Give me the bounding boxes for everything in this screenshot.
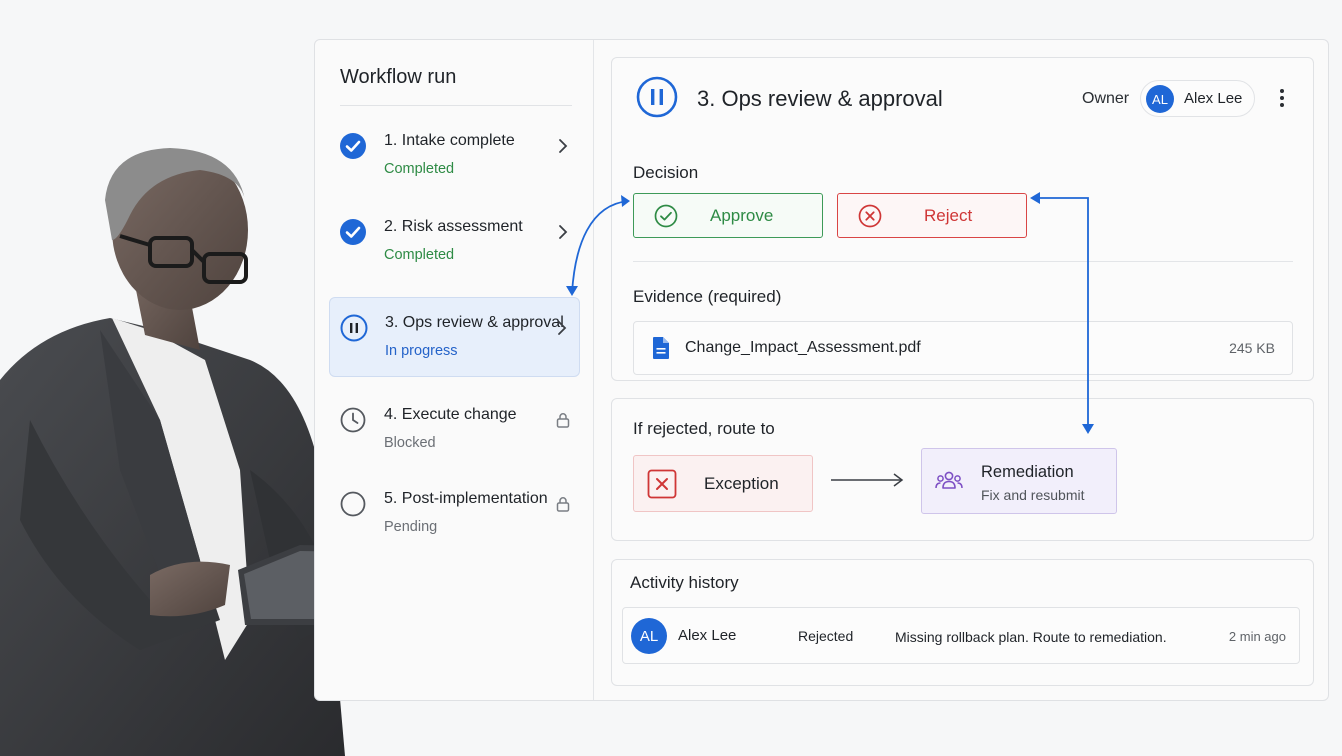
more-options-icon[interactable]: [1272, 86, 1292, 110]
avatar: AL: [631, 618, 667, 654]
pause-circle-icon: [636, 76, 678, 118]
chevron-right-icon: [559, 139, 568, 153]
remediation-subtitle: Fix and resubmit: [981, 487, 1085, 503]
step-label: 2. Risk assessment: [384, 218, 523, 235]
lock-icon: [556, 413, 570, 428]
step-label: 1. Intake complete: [384, 132, 515, 149]
routing-label: If rejected, route to: [633, 419, 775, 438]
avatar: AL: [1146, 85, 1174, 113]
x-circle-icon: [858, 204, 882, 228]
step-status: In progress: [385, 343, 458, 359]
exception-node[interactable]: Exception: [633, 455, 813, 512]
table-row[interactable]: AL Alex Lee Rejected Missing rollback pl…: [622, 607, 1300, 664]
owner-label: Owner: [1082, 90, 1130, 107]
step-label: 5. Post-implementation: [384, 490, 548, 507]
history-user: Alex Lee: [678, 627, 737, 644]
remediation-node[interactable]: Remediation Fix and resubmit: [921, 448, 1117, 514]
history-timestamp: 2 min ago: [1228, 629, 1286, 644]
activity-history-card: Activity history AL Alex Lee Rejected Mi…: [611, 559, 1314, 686]
check-circle-icon: [340, 133, 366, 159]
step-label: 3. Ops review & approval: [385, 314, 564, 331]
owner-chip[interactable]: AL Alex Lee: [1140, 80, 1255, 117]
document-icon: [653, 337, 669, 359]
step-intake-complete[interactable]: 1. Intake complete Completed: [329, 116, 580, 196]
sidebar-title: Workflow run: [340, 66, 457, 88]
clock-icon: [340, 407, 366, 433]
decision-label: Decision: [633, 163, 699, 182]
history-title: Activity history: [630, 573, 739, 592]
step-status: Pending: [384, 519, 438, 535]
step-status: Completed: [384, 161, 455, 177]
remediation-title: Remediation: [981, 463, 1074, 481]
step-ops-review-approval[interactable]: 3. Ops review & approval In progress: [329, 297, 580, 377]
chevron-right-icon: [558, 321, 567, 335]
workflow-sidebar: Workflow run 1. Intake complete Complete…: [315, 40, 594, 700]
step-status: Blocked: [384, 435, 436, 451]
pause-circle-icon: [340, 314, 368, 342]
step-label: 4. Execute change: [384, 406, 517, 423]
check-circle-outline-icon: [654, 204, 678, 228]
file-size: 245 KB: [1229, 340, 1275, 356]
rejection-routing-card: If rejected, route to Exception Remediat…: [611, 398, 1314, 541]
page-title: 3. Ops review & approval: [697, 86, 943, 111]
evidence-label: Evidence (required): [633, 287, 782, 306]
check-circle-icon: [340, 219, 366, 245]
step-detail-card: 3. Ops review & approval Owner AL Alex L…: [611, 57, 1314, 381]
reject-label: Reject: [924, 206, 973, 225]
step-execute-change[interactable]: 4. Execute change Blocked: [329, 390, 580, 470]
lock-icon: [556, 497, 570, 512]
exception-label: Exception: [704, 474, 779, 493]
history-action: Rejected: [798, 628, 854, 644]
empty-circle-icon: [340, 491, 366, 517]
step-post-implementation[interactable]: 5. Post-implementation Pending: [329, 474, 580, 554]
arrow-right-icon: [831, 473, 904, 487]
users-group-icon: [935, 471, 963, 489]
workflow-app-window: Workflow run 1. Intake complete Complete…: [314, 39, 1329, 701]
evidence-file[interactable]: Change_Impact_Assessment.pdf 245 KB: [633, 321, 1293, 375]
x-square-icon: [647, 469, 677, 499]
owner-name: Alex Lee: [1184, 90, 1243, 107]
step-status: Completed: [384, 247, 455, 263]
file-name: Change_Impact_Assessment.pdf: [685, 339, 921, 356]
history-message: Missing rollback plan. Route to remediat…: [895, 629, 1167, 645]
sidebar-divider: [340, 105, 572, 106]
approve-button[interactable]: Approve: [633, 193, 823, 238]
chevron-right-icon: [559, 225, 568, 239]
approve-label: Approve: [710, 206, 774, 225]
reject-button[interactable]: Reject: [837, 193, 1027, 238]
step-risk-assessment[interactable]: 2. Risk assessment Completed: [329, 202, 580, 282]
section-divider: [633, 261, 1293, 262]
